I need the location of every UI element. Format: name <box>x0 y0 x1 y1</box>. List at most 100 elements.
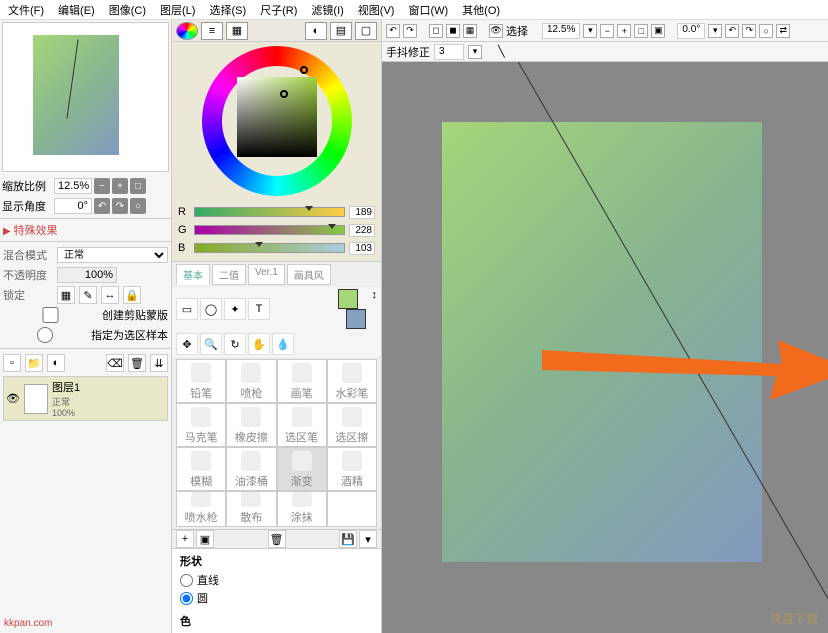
tooltab-basic[interactable]: 基本 <box>176 264 210 285</box>
brush-selerase[interactable]: 选区擦 <box>327 403 377 447</box>
clip-checkbox[interactable] <box>3 307 98 323</box>
swatches-tab[interactable]: ▦ <box>226 22 248 40</box>
g-slider[interactable] <box>194 225 345 235</box>
zoom-tool[interactable]: 🔍 <box>200 333 222 355</box>
brush-gradient[interactable]: 渐变 <box>277 447 327 491</box>
menu-other[interactable]: 其他(O) <box>462 2 500 18</box>
color-swatches[interactable] <box>338 289 366 329</box>
zoom-in-button[interactable]: + <box>112 178 128 194</box>
zoom-out-button[interactable]: − <box>94 178 110 194</box>
r-value[interactable]: 189 <box>349 206 375 219</box>
menu-edit[interactable]: 编辑(E) <box>58 2 95 18</box>
canvas-zoom-menu[interactable]: ▾ <box>583 24 597 38</box>
shape-line-radio[interactable]: 直线 <box>180 571 373 589</box>
eyedrop-tool[interactable]: 💧 <box>272 333 294 355</box>
rotate-tool[interactable]: ↻ <box>224 333 246 355</box>
tooltab-ver1[interactable]: Ver.1 <box>248 264 285 285</box>
brush-airbrush[interactable]: 喷枪 <box>226 359 276 403</box>
text-tool[interactable]: T <box>248 298 270 320</box>
clear-layer-icon[interactable]: ⌫ <box>106 354 124 372</box>
redo-icon[interactable]: ↷ <box>403 24 417 38</box>
canvas-zoom-value[interactable]: 12.5% <box>542 23 580 39</box>
brush-marker[interactable]: 马克笔 <box>176 403 226 447</box>
fx-expander[interactable]: ▶ 特殊效果 <box>3 226 57 237</box>
fg-swatch[interactable] <box>338 289 358 309</box>
menu-select[interactable]: 选择(S) <box>209 2 246 18</box>
brush-blur[interactable]: 模糊 <box>176 447 226 491</box>
mixer-tab[interactable]: ◐ <box>305 22 327 40</box>
canvas-zoom-in[interactable]: + <box>617 24 631 38</box>
scratch-tab[interactable]: ▢ <box>355 22 377 40</box>
tooltab-paint[interactable]: 画具风 <box>287 264 331 285</box>
move-tool[interactable]: ✥ <box>176 333 198 355</box>
lasso-tool[interactable]: ◯ <box>200 298 222 320</box>
canvas-rot-reset[interactable]: ○ <box>759 24 773 38</box>
zoom-value[interactable]: 12.5% <box>54 178 92 194</box>
deselect-icon[interactable]: ◻ <box>429 24 443 38</box>
menu-ruler[interactable]: 尺子(R) <box>260 2 297 18</box>
canvas-flip-h[interactable]: ⇄ <box>776 24 790 38</box>
menu-image[interactable]: 图像(C) <box>109 2 146 18</box>
saturation-box[interactable] <box>237 77 317 157</box>
layer-item[interactable]: 👁 图层1 正常 100% <box>4 377 167 420</box>
lock-all-icon[interactable]: 🔒 <box>123 286 141 304</box>
canvas-zoom-100[interactable]: ▣ <box>651 24 665 38</box>
brush-selpen[interactable]: 选区笔 <box>277 403 327 447</box>
lock-pixel-icon[interactable]: ▦ <box>57 286 75 304</box>
zoom-fit-button[interactable]: □ <box>130 178 146 194</box>
navigator-thumbnail[interactable] <box>2 22 169 172</box>
new-folder-icon[interactable]: 📁 <box>25 354 43 372</box>
g-value[interactable]: 228 <box>349 224 375 237</box>
b-slider[interactable] <box>194 243 345 253</box>
brush-dup-icon[interactable]: ▣ <box>196 530 214 548</box>
brush-menu-icon[interactable]: ▾ <box>359 530 377 548</box>
canvas-angle-value[interactable]: 0.0° <box>677 23 705 39</box>
brush-alcohol[interactable]: 酒精 <box>327 447 377 491</box>
show-sel-icon[interactable]: ▦ <box>463 24 477 38</box>
brush-save-icon[interactable]: 💾 <box>339 530 357 548</box>
layer-mask-icon[interactable]: ◐ <box>47 354 65 372</box>
history-tab[interactable]: ▤ <box>330 22 352 40</box>
marquee-tool[interactable]: ▭ <box>176 298 198 320</box>
rotate-right-button[interactable]: ↷ <box>112 198 128 214</box>
menu-window[interactable]: 窗口(W) <box>408 2 448 18</box>
tooltab-binary[interactable]: 二值 <box>212 264 246 285</box>
brush-spray[interactable]: 喷水枪 <box>176 491 226 527</box>
merge-layer-icon[interactable]: ⇊ <box>150 354 168 372</box>
canvas-eye-icon[interactable]: 👁 <box>489 24 503 38</box>
brush-pencil[interactable]: 铅笔 <box>176 359 226 403</box>
bg-swatch[interactable] <box>346 309 366 329</box>
wand-tool[interactable]: ✦ <box>224 298 246 320</box>
angle-value[interactable]: 0° <box>54 198 92 214</box>
menu-file[interactable]: 文件(F) <box>8 2 44 18</box>
undo-icon[interactable]: ↶ <box>386 24 400 38</box>
invert-sel-icon[interactable]: ◼ <box>446 24 460 38</box>
sat-handle[interactable] <box>280 90 288 98</box>
rotate-reset-button[interactable]: ○ <box>130 198 146 214</box>
opacity-value[interactable]: 100% <box>57 267 117 283</box>
canvas-zoom-fit[interactable]: □ <box>634 24 648 38</box>
brush-eraser[interactable]: 橡皮擦 <box>226 403 276 447</box>
rgb-bars-tab[interactable]: ≡ <box>201 22 223 40</box>
color-wheel-tab[interactable] <box>176 22 198 40</box>
lock-paint-icon[interactable]: ✎ <box>79 286 97 304</box>
menu-view[interactable]: 视图(V) <box>358 2 395 18</box>
stabilizer-menu[interactable]: ▾ <box>468 45 482 59</box>
r-slider[interactable] <box>194 207 345 217</box>
brush-new-icon[interactable]: + <box>176 530 194 548</box>
stabilizer-value[interactable] <box>434 44 464 60</box>
menu-filter[interactable]: 滤镜(I) <box>311 2 343 18</box>
canvas-rot-left[interactable]: ↶ <box>725 24 739 38</box>
hand-tool[interactable]: ✋ <box>248 333 270 355</box>
brush-smudge[interactable]: 涂抹 <box>277 491 327 527</box>
brush-scatter[interactable]: 散布 <box>226 491 276 527</box>
swap-colors-icon[interactable]: ↕ <box>372 289 378 301</box>
canvas-angle-menu[interactable]: ▾ <box>708 24 722 38</box>
hue-handle[interactable] <box>300 66 308 74</box>
shape-circle-radio[interactable]: 圆 <box>180 589 373 607</box>
canvas-rot-right[interactable]: ↷ <box>742 24 756 38</box>
delete-layer-icon[interactable]: 🗑 <box>128 354 146 372</box>
lock-move-icon[interactable]: ↔ <box>101 286 119 304</box>
brush-brush[interactable]: 画笔 <box>277 359 327 403</box>
brush-watercolor[interactable]: 水彩笔 <box>327 359 377 403</box>
